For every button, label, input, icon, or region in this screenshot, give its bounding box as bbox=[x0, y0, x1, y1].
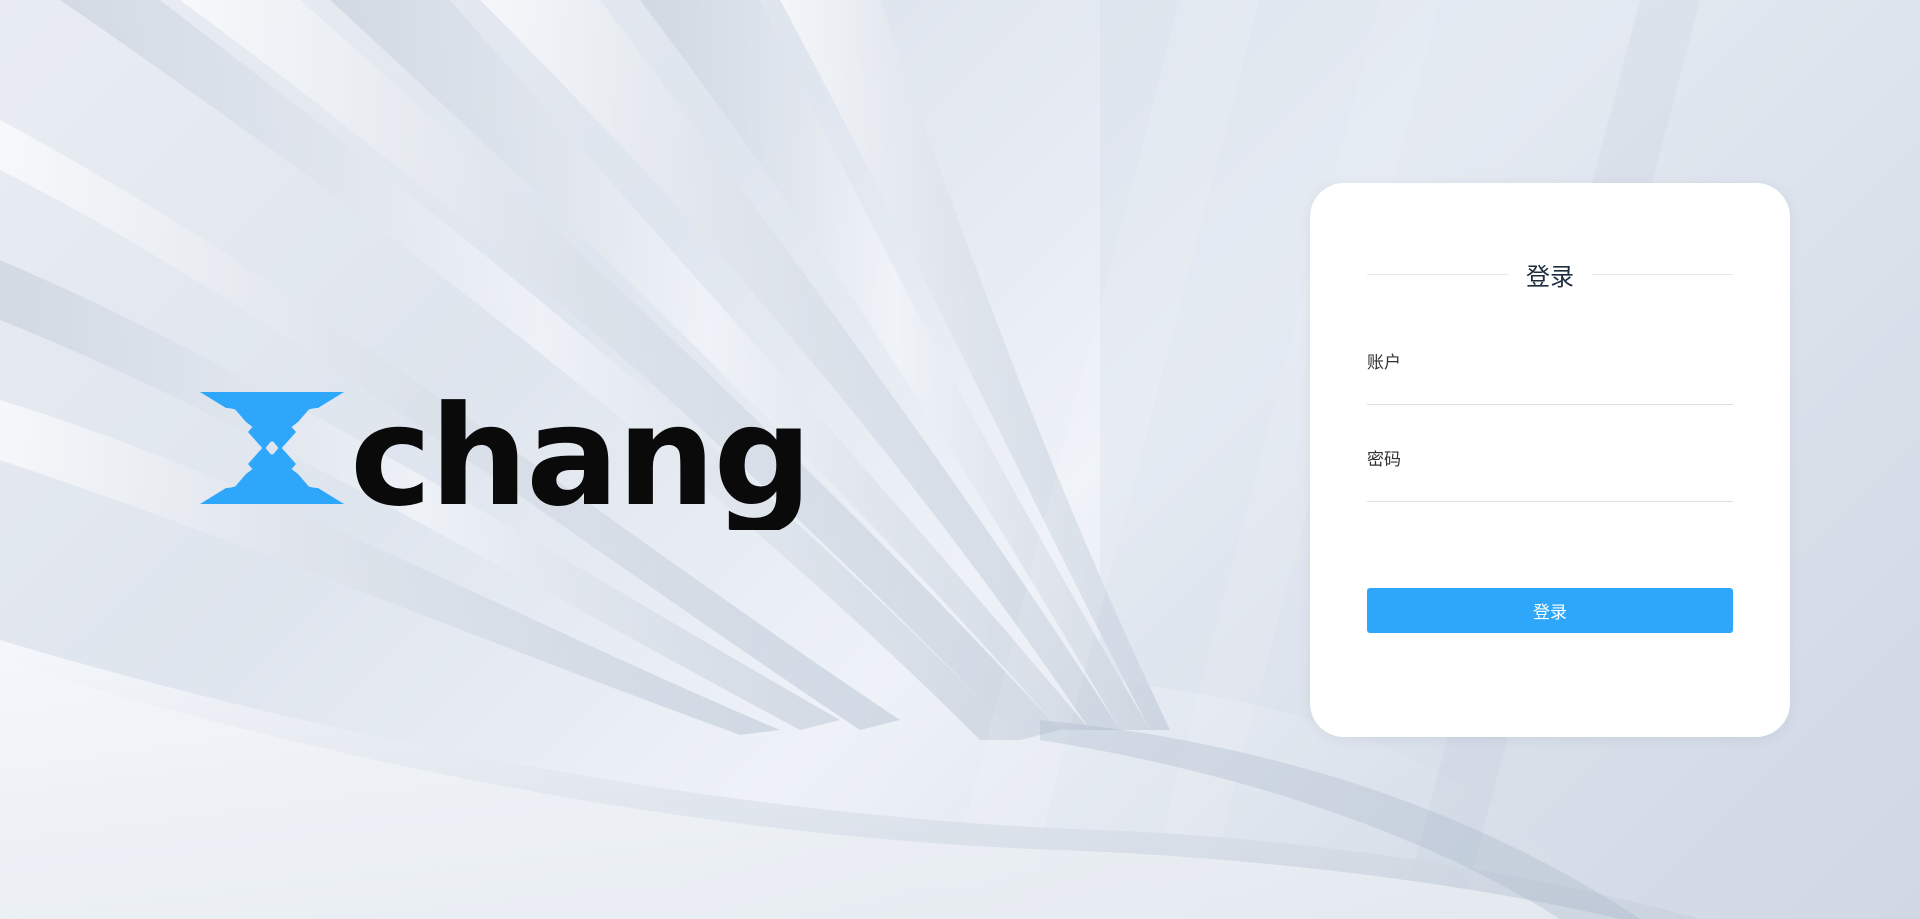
password-input[interactable] bbox=[1367, 473, 1733, 499]
password-label: 密码 bbox=[1367, 450, 1401, 470]
login-title: 登录 bbox=[1526, 262, 1574, 291]
login-button[interactable]: 登录 bbox=[1367, 588, 1733, 633]
xchange-logo-graphic: change bbox=[200, 380, 810, 530]
password-field: 密码 bbox=[1367, 445, 1733, 502]
account-label: 账户 bbox=[1367, 353, 1401, 373]
account-input[interactable] bbox=[1367, 376, 1733, 402]
login-page: change 登录 账户 密码 登录 bbox=[0, 0, 1920, 919]
login-title-row: 登录 bbox=[1367, 261, 1733, 291]
title-divider-right bbox=[1592, 273, 1733, 275]
logo-wordmark: change bbox=[350, 380, 810, 530]
x-mark-icon bbox=[200, 392, 344, 504]
login-card: 登录 账户 密码 登录 bbox=[1310, 183, 1790, 737]
title-divider-left bbox=[1367, 273, 1508, 275]
xchange-logo: change bbox=[200, 380, 810, 530]
account-field: 账户 bbox=[1367, 348, 1733, 405]
